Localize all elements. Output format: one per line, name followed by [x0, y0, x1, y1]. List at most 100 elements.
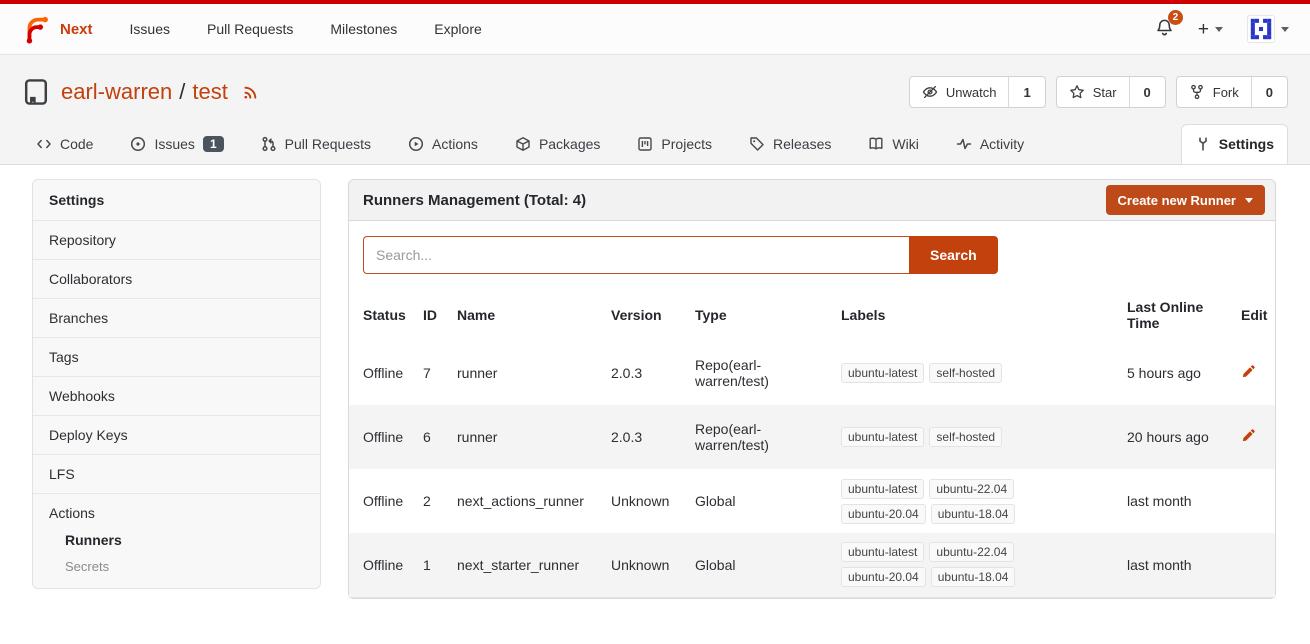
star-button[interactable]: Star — [1057, 77, 1129, 107]
sidebar-item-deploy-keys[interactable]: Deploy Keys — [33, 415, 320, 454]
runner-id: 7 — [415, 341, 449, 405]
star-icon — [1069, 84, 1085, 100]
nav-item-milestones[interactable]: Milestones — [330, 21, 397, 37]
runner-id: 2 — [415, 469, 449, 533]
tab-actions[interactable]: Actions — [394, 124, 492, 164]
runner-last-online: 20 hours ago — [1119, 405, 1233, 469]
tab-releases[interactable]: Releases — [735, 124, 845, 164]
notifications-bell-icon[interactable]: 2 — [1155, 18, 1174, 40]
runner-status: Offline — [349, 405, 415, 469]
runner-status: Offline — [349, 469, 415, 533]
labels-list: ubuntu-latestubuntu-22.04ubuntu-20.04ubu… — [841, 542, 1041, 587]
page-body: Settings RepositoryCollaboratorsBranches… — [0, 165, 1310, 599]
sidebar-item-actions[interactable]: Actions — [33, 494, 320, 526]
create-new-button[interactable]: + — [1198, 20, 1223, 39]
tab-projects[interactable]: Projects — [623, 124, 726, 164]
panel-body: Search StatusIDNameVersionTypeLabelsLast… — [348, 221, 1276, 599]
runner-status: Offline — [349, 533, 415, 597]
tab-issues[interactable]: Issues1 — [116, 124, 237, 164]
nav-item-pull-requests[interactable]: Pull Requests — [207, 21, 293, 37]
sidebar-item-lfs[interactable]: LFS — [33, 454, 320, 493]
create-new-runner-button[interactable]: Create new Runner — [1106, 185, 1265, 215]
tab-code[interactable]: Code — [22, 124, 107, 164]
column-header-type: Type — [687, 289, 833, 341]
tab-activity[interactable]: Activity — [942, 124, 1038, 164]
user-menu-button[interactable] — [1247, 15, 1289, 43]
sidebar-item-tags[interactable]: Tags — [33, 337, 320, 376]
sidebar-item-repository[interactable]: Repository — [33, 220, 320, 259]
edit-runner-button[interactable] — [1241, 364, 1256, 379]
forgejo-logo-icon[interactable] — [21, 14, 51, 44]
repo-tabs: CodeIssues1 Pull Requests ActionsPackagesP… — [22, 124, 1288, 164]
table-row: Offline2next_actions_runnerUnknownGlobal… — [349, 469, 1275, 533]
runner-version: Unknown — [603, 533, 687, 597]
panel-header: Runners Management (Total: 4) Create new… — [348, 179, 1276, 221]
tab-pull-requests[interactable]: Pull Requests — [247, 124, 385, 164]
book-open-icon — [868, 136, 884, 152]
sidebar-item-branches[interactable]: Branches — [33, 298, 320, 337]
runner-label: self-hosted — [929, 427, 1002, 447]
labels-list: ubuntu-latestubuntu-22.04ubuntu-20.04ubu… — [841, 479, 1041, 524]
repository-icon — [22, 78, 50, 106]
repo-owner-link[interactable]: earl-warren — [61, 79, 172, 105]
runner-type: Repo(earl-warren/test) — [687, 405, 833, 469]
nav-item-explore[interactable]: Explore — [434, 21, 481, 37]
runner-labels: ubuntu-latestubuntu-22.04ubuntu-20.04ubu… — [833, 533, 1119, 597]
table-row: Offline6runner2.0.3Repo(earl-warren/test… — [349, 405, 1275, 469]
fork-count[interactable]: 0 — [1251, 77, 1287, 107]
tab-settings[interactable]: Settings — [1181, 124, 1288, 164]
create-new-runner-label: Create new Runner — [1118, 193, 1236, 208]
sidebar-item-collaborators[interactable]: Collaborators — [33, 259, 320, 298]
runner-name: runner — [449, 341, 603, 405]
sidebar-item-webhooks[interactable]: Webhooks — [33, 376, 320, 415]
runner-id: 1 — [415, 533, 449, 597]
labels-list: ubuntu-latestself-hosted — [841, 363, 1041, 383]
star-button-group: Star0 — [1056, 76, 1166, 108]
caret-down-icon — [1245, 198, 1253, 203]
sidebar-subitem-runners[interactable]: Runners — [33, 526, 320, 553]
unwatch-label: Unwatch — [946, 85, 997, 100]
runner-version: Unknown — [603, 469, 687, 533]
search-input[interactable] — [363, 236, 909, 274]
runner-label: ubuntu-22.04 — [929, 542, 1014, 562]
tab-label: Settings — [1219, 136, 1274, 152]
tab-label: Releases — [773, 136, 831, 152]
column-header-version: Version — [603, 289, 687, 341]
plus-icon: + — [1198, 20, 1209, 39]
runner-type: Global — [687, 533, 833, 597]
unwatch-button[interactable]: Unwatch — [910, 77, 1009, 107]
git-fork-icon — [1189, 84, 1205, 100]
fork-button[interactable]: Fork — [1177, 77, 1251, 107]
repo-actions: Unwatch1Star0Fork0 — [909, 76, 1288, 108]
tab-label: Pull Requests — [285, 136, 371, 152]
star-count[interactable]: 0 — [1129, 77, 1165, 107]
caret-down-icon — [1215, 27, 1223, 32]
runner-label: self-hosted — [929, 363, 1002, 383]
nav-item-issues[interactable]: Issues — [130, 21, 170, 37]
column-header-last-online-time: Last Online Time — [1119, 289, 1233, 341]
runner-label: ubuntu-18.04 — [931, 504, 1016, 524]
runner-edit-cell — [1233, 341, 1275, 405]
notification-count-badge: 2 — [1168, 10, 1183, 25]
rss-feed-icon[interactable] — [242, 83, 260, 101]
column-header-status: Status — [349, 289, 415, 341]
unwatch-count[interactable]: 1 — [1008, 77, 1044, 107]
caret-down-icon — [1281, 27, 1289, 32]
tab-packages[interactable]: Packages — [501, 124, 614, 164]
runner-name: next_actions_runner — [449, 469, 603, 533]
column-header-edit: Edit — [1233, 289, 1275, 341]
runner-labels: ubuntu-latestself-hosted — [833, 341, 1119, 405]
search-button[interactable]: Search — [909, 236, 998, 274]
edit-runner-button[interactable] — [1241, 428, 1256, 443]
brand-label[interactable]: Next — [60, 21, 93, 38]
search-form: Search — [349, 221, 1275, 289]
repo-name-link[interactable]: test — [192, 79, 227, 105]
runners-panel: Runners Management (Total: 4) Create new… — [348, 179, 1276, 599]
runner-label: ubuntu-latest — [841, 427, 924, 447]
navbar-links: Issues Pull Requests Milestones Explore — [93, 21, 482, 37]
tag-icon — [749, 136, 765, 152]
sidebar-subitem-secrets[interactable]: Secrets — [33, 553, 320, 588]
tab-label: Issues — [154, 136, 194, 152]
tab-wiki[interactable]: Wiki — [854, 124, 932, 164]
runner-label: ubuntu-22.04 — [929, 479, 1014, 499]
